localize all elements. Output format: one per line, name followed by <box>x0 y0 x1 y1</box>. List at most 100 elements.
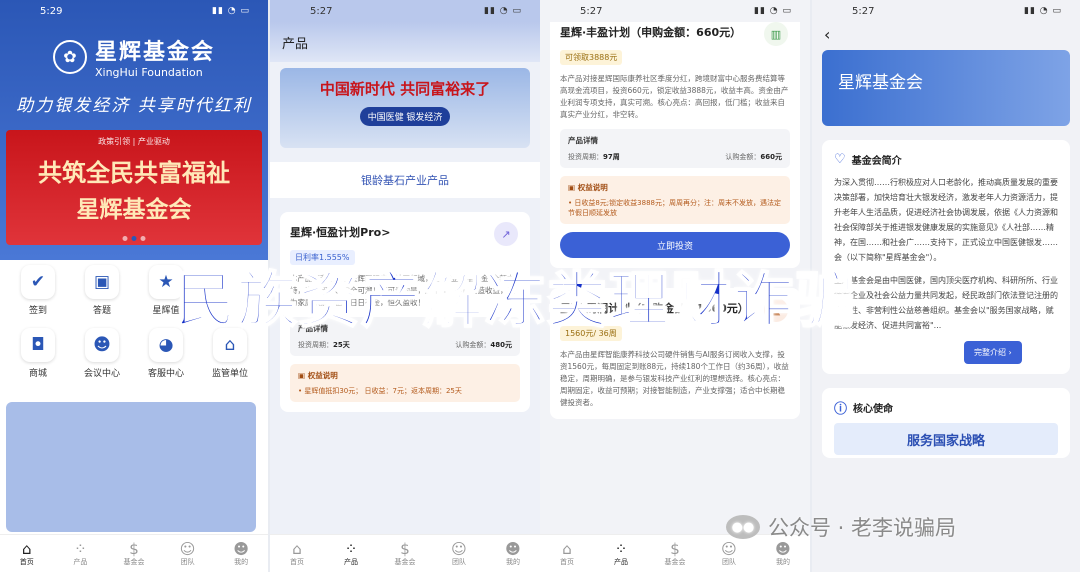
nav-2[interactable]: $ 基金会 <box>380 541 430 567</box>
banner-text: 中国新时代 共同富裕来了 <box>319 80 491 98</box>
grid-label: 签到 <box>28 306 47 316</box>
chart-icon[interactable]: ▥ <box>764 22 788 46</box>
nav-0[interactable]: ⌂ 首页 <box>542 541 592 567</box>
product-desc: 本产品由星辉智能康养科技公司硬件销售与AI服务订阅收入支撑，投资1560元，每周… <box>560 350 789 407</box>
category-tab[interactable]: 银龄基石产业产品 <box>270 162 540 198</box>
carousel-dots <box>122 236 146 241</box>
home-icon: ⌂ <box>292 539 302 558</box>
grid-item-1[interactable]: ▣ 答题 <box>70 265 134 316</box>
products-icon: ⁘ <box>614 539 628 558</box>
profile-icon: ☻ <box>775 539 791 558</box>
grid-label: 答题 <box>92 306 111 316</box>
quiz-icon: ▣ <box>85 265 119 299</box>
banner-tag: 政策引领 | 产业驱动 <box>98 137 170 146</box>
bottom-nav: ⌂ 首页 ⁘ 产品 $ 基金会 ☺ 团队 ☻ 我的 <box>0 534 268 572</box>
heart-icon: ♡ <box>834 152 846 167</box>
product-detail: 产品详情 投资周期：97周 认购金额：660元 <box>560 129 790 168</box>
product-title[interactable]: 星辉·丰盈计划（申购金额：660元） <box>560 24 790 40</box>
slogan: 助力银发经济 共享时代红利 <box>16 96 252 116</box>
full-intro-button[interactable]: 完整介绍 › <box>964 341 1022 364</box>
nav-3[interactable]: ☺ 团队 <box>704 541 754 567</box>
grid-label: 监管单位 <box>211 369 248 379</box>
nav-2[interactable]: $ 基金会 <box>650 541 700 567</box>
trend-icon[interactable]: ↗ <box>494 222 518 246</box>
home-icon: ⌂ <box>22 539 32 558</box>
profile-icon: ☻ <box>505 539 521 558</box>
calendar-icon: ✔ <box>21 265 55 299</box>
grid-label: 会议中心 <box>83 369 120 379</box>
home-banner[interactable]: 政策引领 | 产业驱动 共筑全民共富福祉 星辉基金会 <box>6 130 262 245</box>
foundation-logo: ✿ 星辉基金会 XingHui Foundation <box>0 34 268 79</box>
people-icon: ☻ <box>85 328 119 362</box>
period-value: 97周 <box>603 153 620 161</box>
nav-4[interactable]: ☻ 我的 <box>216 541 266 567</box>
promo-area <box>6 402 256 532</box>
intro-card: ♡ 基金会简介 为深入贯彻……行积极应对人口老龄化，推动高质量发展的重要决策部署，… <box>822 140 1070 374</box>
wheat-logo-icon: ✿ <box>52 39 87 74</box>
banner-line1: 共筑全民共富福祉 <box>38 158 230 187</box>
nav-1[interactable]: ⁘ 产品 <box>326 541 376 567</box>
team-icon: ☺ <box>179 539 196 558</box>
gift-icon: ▣ <box>568 183 578 192</box>
home-icon: ⌂ <box>562 539 572 558</box>
product-desc: 本产品对接星辉国际康养社区季度分红，跨境财富中心服务费结算等高现金流项目，投资6… <box>560 74 789 119</box>
foundation-icon: $ <box>670 539 680 558</box>
nav-1[interactable]: ⁘ 产品 <box>596 541 646 567</box>
mission-card: ⓘ 核心使命 服务国家战略 <box>822 388 1070 458</box>
gift-icon: ▣ <box>298 371 308 380</box>
nav-2[interactable]: $ 基金会 <box>109 541 159 567</box>
grid-item-0[interactable]: ✔ 签到 <box>6 265 70 316</box>
rights-box: ▣ 权益说明 • 星辉值抵扣30元； 日收益：7元；返本周期：25天 <box>290 364 520 402</box>
grid-label: 客服中心 <box>147 369 184 379</box>
claim-badge: 可领取3888元 <box>560 50 623 65</box>
product-title[interactable]: 星辉·恒盈计划Pro> <box>290 224 520 240</box>
signal-battery-icon: ▮▮ ◔ ▭ <box>212 6 250 16</box>
banner-badge: 中国医健 银发经济 <box>359 107 451 126</box>
banner-line2: 星辉基金会 <box>76 196 192 223</box>
logo-en: XingHui Foundation <box>94 66 203 79</box>
nav-4[interactable]: ☻ 我的 <box>488 541 538 567</box>
wechat-icon: ●● <box>726 515 760 539</box>
mission-subtitle: 服务国家战略 <box>834 423 1058 455</box>
collage: 5:29 ▮▮ ◔ ▭ ✿ 星辉基金会 XingHui Foundation 助力… <box>0 0 1080 572</box>
bottom-nav: ⌂ 首页 ⁘ 产品 $ 基金会 ☺ 团队 ☻ 我的 <box>270 534 540 572</box>
rights-text: • 星辉值抵扣30元； 日收益：7元；返本周期：25天 <box>298 387 462 395</box>
amount-value: 660元 <box>760 153 782 161</box>
status-bar: 5:27 ▮▮ ◔ ▭ <box>852 5 1062 17</box>
back-icon[interactable]: ‹ <box>812 22 1080 46</box>
shopping-bag-icon: ◘ <box>21 328 55 362</box>
nav-1[interactable]: ⁘ 产品 <box>55 541 105 567</box>
signal-battery-icon: ▮▮ ◔ ▭ <box>484 6 522 16</box>
team-icon: ☺ <box>721 539 737 558</box>
grid-item-4[interactable]: ◘ 商城 <box>6 328 70 379</box>
product-banner[interactable]: 中国新时代 共同富裕来了 中国医健 银发经济 <box>280 68 530 148</box>
status-bar: 5:29 ▮▮ ◔ ▭ <box>40 5 250 17</box>
signal-battery-icon: ▮▮ ◔ ▭ <box>754 6 792 16</box>
amount-value: 480元 <box>490 341 512 349</box>
warning-overlay: 民族资产解冻类理财诈骗 <box>174 265 857 337</box>
grid-item-5[interactable]: ☻ 会议中心 <box>70 328 134 379</box>
nav-4[interactable]: ☻ 我的 <box>758 541 808 567</box>
rights-box: ▣ 权益说明 • 日收益8元;锁定收益3888元；周周再分；注：周末不发放，遇法… <box>560 176 790 224</box>
products-icon: ⁘ <box>74 539 87 558</box>
products-icon: ⁘ <box>344 539 358 558</box>
nav-3[interactable]: ☺ 团队 <box>163 541 213 567</box>
page-title: 产品 <box>270 22 540 62</box>
info-icon: ⓘ <box>834 402 848 417</box>
grid-label: 商城 <box>28 369 47 379</box>
signal-battery-icon: ▮▮ ◔ ▭ <box>1024 6 1062 16</box>
intro-paragraph-1: 为深入贯彻……行积极应对人口老龄化，推动高质量发展的重要决策部署，加快培育壮大银… <box>834 178 1058 262</box>
product-card-fengying[interactable]: 星辉·丰盈计划（申购金额：660元） ▥ 可领取3888元 本产品对接星辉国际康… <box>550 22 800 268</box>
profile-icon: ☻ <box>233 539 249 558</box>
intro-paragraph-2: 星辉基金会是由中国医健，国内顶尖医疗机构、科研所所、行业领军企业及社会公益力量共… <box>834 276 1058 330</box>
nav-0[interactable]: ⌂ 首页 <box>272 541 322 567</box>
nav-0[interactable]: ⌂ 首页 <box>2 541 52 567</box>
foundation-banner: 星辉基金会 <box>822 50 1070 126</box>
rights-text: • 日收益8元;锁定收益3888元；周周再分；注：周末不发放，遇法定节假日顺延发… <box>568 199 781 217</box>
foundation-icon: $ <box>400 539 410 558</box>
watermark: ●● 公众号 · 老李说骗局 <box>726 512 956 542</box>
status-bar: 5:27 ▮▮ ◔ ▭ <box>580 5 792 17</box>
foundation-icon: $ <box>129 539 139 558</box>
nav-3[interactable]: ☺ 团队 <box>434 541 484 567</box>
status-bar: 5:27 ▮▮ ◔ ▭ <box>270 0 540 22</box>
